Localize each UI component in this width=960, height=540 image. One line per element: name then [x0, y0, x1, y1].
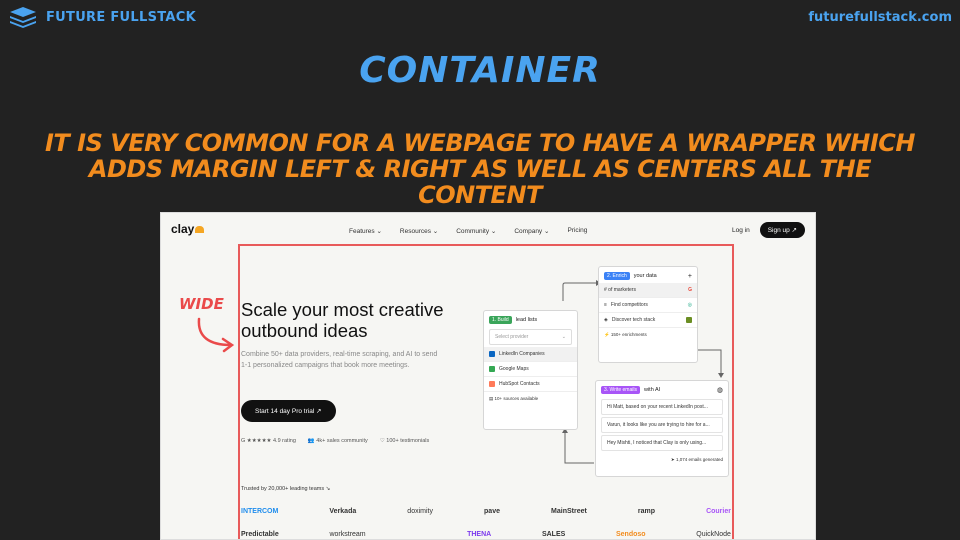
nav-company[interactable]: Company ⌄: [514, 227, 549, 235]
container-outline: [238, 244, 734, 539]
site-logo[interactable]: clay: [171, 222, 205, 236]
website-screenshot: clay Features ⌄ Resources ⌄ Community ⌄ …: [160, 212, 816, 540]
login-link[interactable]: Log in: [732, 227, 750, 234]
site-navbar: clay Features ⌄ Resources ⌄ Community ⌄ …: [161, 213, 815, 247]
slide-title: CONTAINER: [359, 50, 601, 91]
nav-pricing[interactable]: Pricing: [567, 227, 587, 235]
nav-actions: Log in Sign up ↗: [732, 222, 805, 238]
nav-resources[interactable]: Resources ⌄: [400, 227, 438, 235]
brand: FUTURE FULLSTACK: [8, 6, 196, 28]
signup-button[interactable]: Sign up ↗: [759, 222, 805, 238]
slide-subtitle: IT IS VERY COMMON FOR A WEBPAGE TO HAVE …: [44, 129, 916, 209]
stack-layers-icon: [10, 7, 36, 28]
logo-mark-icon: [195, 226, 205, 233]
brand-name: FUTURE FULLSTACK: [46, 9, 196, 25]
site-url: futurefullstack.com: [808, 10, 952, 25]
curved-arrow-icon: [197, 317, 235, 353]
nav-features[interactable]: Features ⌄: [349, 227, 382, 235]
nav-links: Features ⌄ Resources ⌄ Community ⌄ Compa…: [349, 227, 587, 235]
nav-community[interactable]: Community ⌄: [456, 227, 496, 235]
logo-text: clay: [171, 222, 195, 236]
wide-annotation: WIDE: [179, 295, 224, 313]
